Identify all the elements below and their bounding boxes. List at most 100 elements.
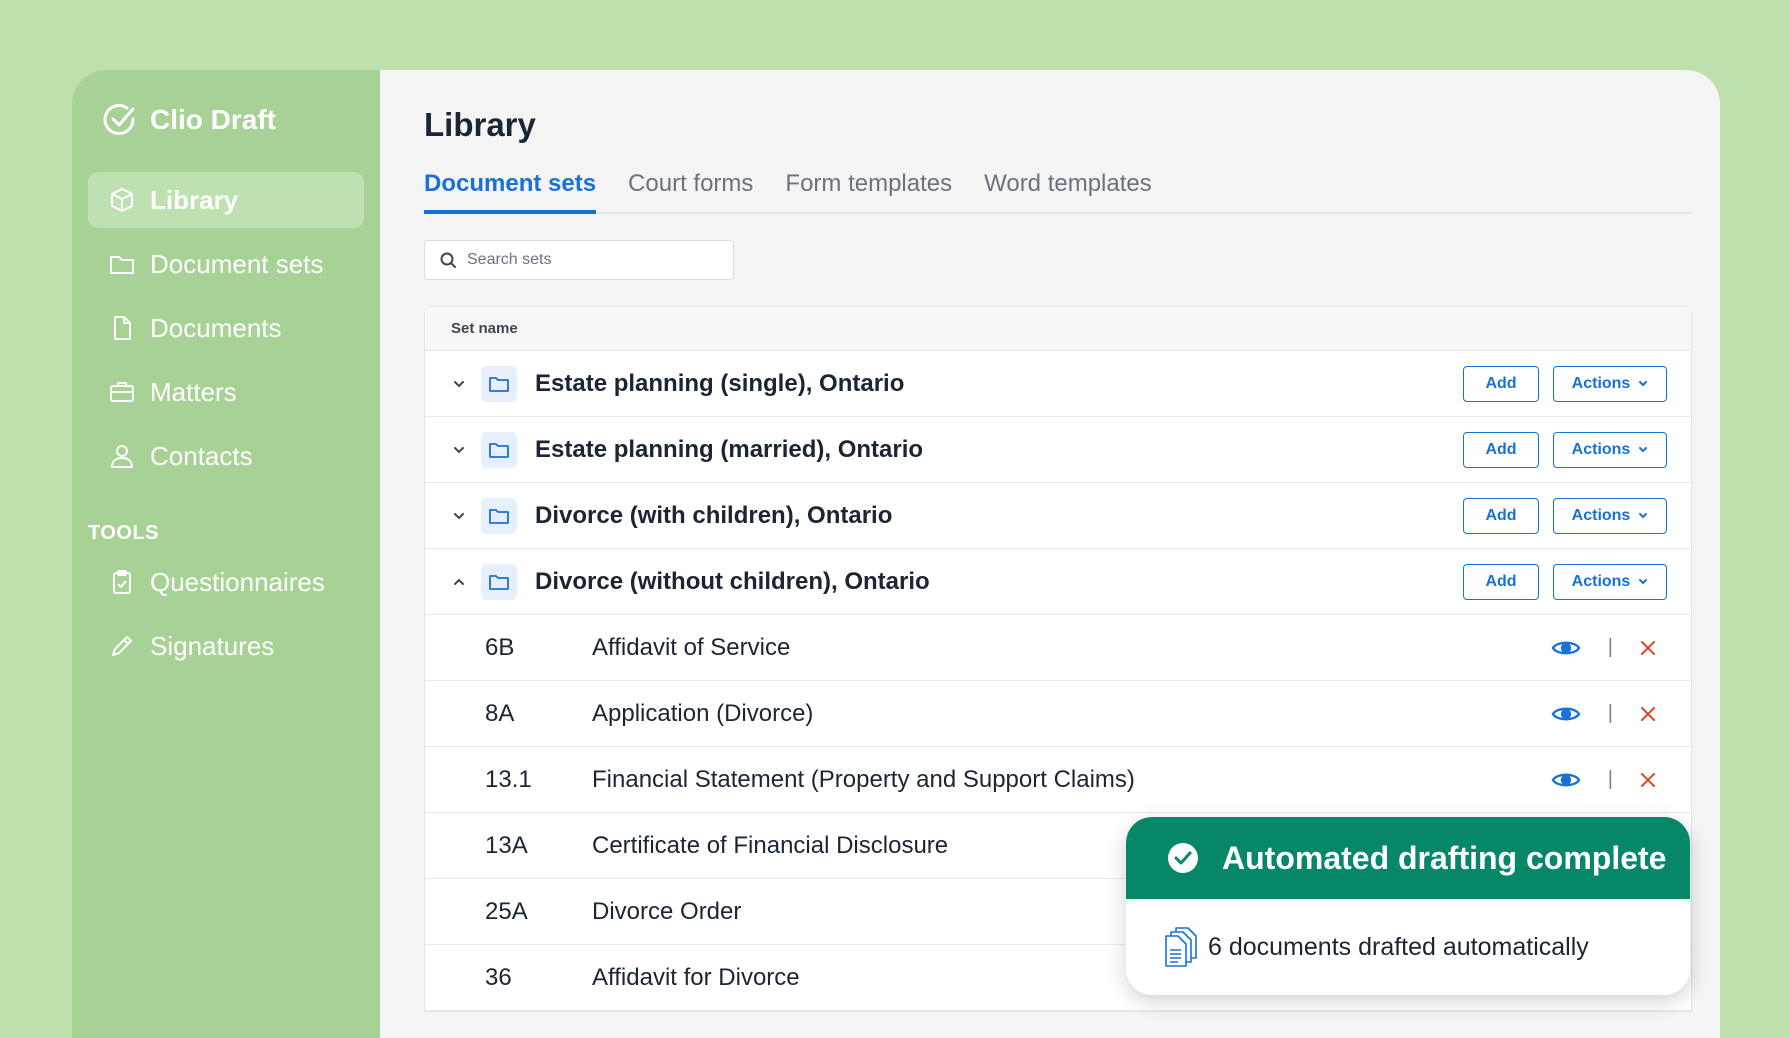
document-code: 13.1	[485, 765, 532, 793]
sidebar-item-label: Questionnaires	[150, 566, 325, 597]
add-button[interactable]: Add	[1463, 365, 1539, 402]
actions-dropdown[interactable]: Actions	[1553, 431, 1667, 468]
check-circle-icon	[103, 104, 135, 135]
chevron-down-icon	[1639, 380, 1648, 386]
sidebar-item-questionnaires[interactable]: Questionnaires	[88, 554, 364, 610]
chevron-down-icon	[1639, 512, 1648, 518]
close-icon[interactable]	[1639, 705, 1657, 723]
toast-title: Automated drafting complete	[1222, 839, 1667, 876]
drafting-complete-toast[interactable]: Automated drafting complete 6 documents …	[1126, 817, 1690, 995]
brand[interactable]: Clio Draft	[102, 102, 276, 138]
cube-icon	[111, 188, 133, 212]
document-name[interactable]: Financial Statement (Property and Suppor…	[592, 766, 1135, 794]
actions-label: Actions	[1571, 506, 1631, 524]
set-name[interactable]: Estate planning (married), Ontario	[535, 436, 923, 464]
document-code: 6B	[485, 633, 515, 661]
toast-body: 6 documents drafted automatically	[1126, 899, 1690, 995]
document-icon	[114, 316, 131, 340]
toast-header: Automated drafting complete	[1126, 817, 1690, 899]
folder-icon	[110, 256, 134, 274]
chevron-down-icon[interactable]	[451, 376, 467, 392]
table-header: Set name	[425, 307, 1691, 351]
tab-form-templates[interactable]: Form templates	[785, 170, 952, 212]
tools-section-label: TOOLS	[88, 522, 160, 544]
document-name[interactable]: Affidavit of Service	[592, 634, 790, 662]
clipboard-check-icon	[113, 570, 131, 594]
sidebar-item-documents[interactable]: Documents	[88, 300, 364, 356]
eye-icon[interactable]	[1551, 703, 1581, 725]
chevron-down-icon[interactable]	[451, 508, 467, 524]
close-icon[interactable]	[1639, 639, 1657, 657]
sidebar-item-signatures[interactable]: Signatures	[88, 618, 364, 674]
tab-bar: Document sets Court forms Form templates…	[424, 170, 1692, 214]
document-name[interactable]: Divorce Order	[592, 898, 741, 926]
folder-badge	[481, 365, 517, 402]
set-name[interactable]: Divorce (with children), Ontario	[535, 502, 892, 530]
documents-stack-icon	[1165, 927, 1197, 967]
set-name[interactable]: Estate planning (single), Ontario	[535, 370, 904, 398]
set-row-expanded[interactable]: Divorce (without children), Ontario Add …	[425, 549, 1691, 615]
tab-document-sets[interactable]: Document sets	[424, 170, 597, 214]
folder-icon	[489, 508, 509, 524]
tab-court-forms[interactable]: Court forms	[628, 170, 753, 212]
folder-icon	[489, 442, 509, 458]
actions-dropdown[interactable]: Actions	[1553, 365, 1667, 402]
close-icon[interactable]	[1639, 771, 1657, 789]
sidebar-nav: Library Document sets Documents Matters …	[88, 172, 364, 492]
actions-label: Actions	[1571, 572, 1631, 590]
sidebar-item-label: Matters	[150, 376, 237, 407]
set-row[interactable]: Estate planning (single), Ontario Add Ac…	[425, 351, 1691, 417]
document-code: 13A	[485, 831, 528, 859]
pen-icon	[112, 636, 132, 656]
tab-word-templates[interactable]: Word templates	[984, 170, 1152, 212]
sidebar-item-document-sets[interactable]: Document sets	[88, 236, 364, 292]
sidebar-item-library[interactable]: Library	[88, 172, 364, 228]
eye-icon[interactable]	[1551, 637, 1581, 659]
search-box	[424, 240, 734, 280]
check-circle-icon	[1168, 843, 1198, 873]
document-code: 8A	[485, 699, 515, 727]
add-button[interactable]: Add	[1463, 431, 1539, 468]
document-name[interactable]: Affidavit for Divorce	[592, 964, 800, 992]
page-title: Library	[424, 106, 536, 143]
chevron-up-icon[interactable]	[451, 574, 467, 590]
folder-badge	[481, 497, 517, 534]
actions-dropdown[interactable]: Actions	[1553, 563, 1667, 600]
search-input[interactable]	[467, 251, 707, 269]
toast-message: 6 documents drafted automatically	[1208, 932, 1589, 961]
sidebar: Clio Draft Library Document sets Documen…	[72, 70, 380, 1038]
sidebar-item-label: Contacts	[150, 440, 253, 471]
chevron-down-icon[interactable]	[451, 442, 467, 458]
folder-icon	[489, 574, 509, 590]
column-header-set-name[interactable]: Set name	[451, 320, 518, 337]
document-name[interactable]: Certificate of Financial Disclosure	[592, 832, 948, 860]
briefcase-icon	[110, 382, 134, 402]
sidebar-item-label: Document sets	[150, 248, 324, 279]
add-button[interactable]: Add	[1463, 497, 1539, 534]
app-name: Clio Draft	[150, 104, 276, 135]
sidebar-item-label: Library	[150, 184, 239, 215]
add-button[interactable]: Add	[1463, 563, 1539, 600]
separator: |	[1607, 636, 1613, 658]
chevron-down-icon	[1639, 578, 1648, 584]
document-name[interactable]: Application (Divorce)	[592, 700, 813, 728]
document-code: 25A	[485, 897, 528, 925]
search-icon	[440, 252, 456, 268]
sidebar-item-matters[interactable]: Matters	[88, 364, 364, 420]
folder-icon	[489, 376, 509, 392]
document-code: 36	[485, 963, 512, 991]
actions-label: Actions	[1571, 374, 1631, 392]
actions-dropdown[interactable]: Actions	[1553, 497, 1667, 534]
set-row[interactable]: Divorce (with children), Ontario Add Act…	[425, 483, 1691, 549]
sidebar-item-label: Documents	[150, 312, 282, 343]
folder-badge	[481, 563, 517, 600]
set-row[interactable]: Estate planning (married), Ontario Add A…	[425, 417, 1691, 483]
document-row[interactable]: 8A Application (Divorce) |	[425, 681, 1691, 747]
document-row[interactable]: 13.1 Financial Statement (Property and S…	[425, 747, 1691, 813]
eye-icon[interactable]	[1551, 769, 1581, 791]
sidebar-item-label: Signatures	[150, 630, 275, 661]
set-name[interactable]: Divorce (without children), Ontario	[535, 568, 930, 596]
chevron-down-icon	[1639, 446, 1648, 452]
sidebar-item-contacts[interactable]: Contacts	[88, 428, 364, 484]
document-row[interactable]: 6B Affidavit of Service |	[425, 615, 1691, 681]
